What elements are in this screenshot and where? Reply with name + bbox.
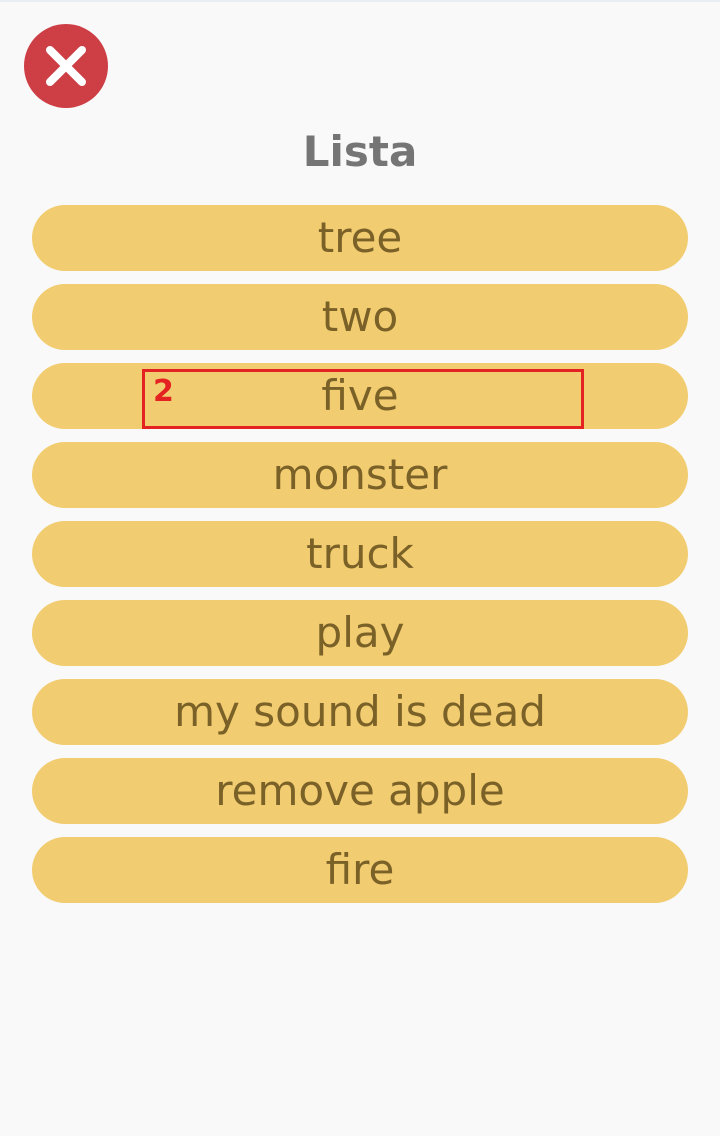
list-item-two[interactable]: two — [32, 284, 688, 350]
list-item-remove-apple[interactable]: remove apple — [32, 758, 688, 824]
list-item-truck[interactable]: truck — [32, 521, 688, 587]
list-item-five[interactable]: five — [32, 363, 688, 429]
list-item-label: tree — [317, 213, 403, 262]
page-title: Lista — [302, 127, 418, 176]
list-item-my-sound-is-dead[interactable]: my sound is dead — [32, 679, 688, 745]
list-item-tree[interactable]: tree — [32, 205, 688, 271]
list-item-play[interactable]: play — [32, 600, 688, 666]
list-item-label: play — [315, 608, 405, 657]
top-divider — [0, 0, 720, 2]
list-item-label: remove apple — [215, 766, 505, 815]
list-item-label: five — [321, 371, 399, 420]
list-item-label: my sound is dead — [174, 687, 546, 736]
list-item-label: two — [321, 292, 399, 341]
list-item-label: monster — [272, 450, 448, 499]
list-item-label: truck — [306, 529, 414, 578]
word-list: tree two five monster truck play my soun… — [32, 205, 688, 916]
list-item-monster[interactable]: monster — [32, 442, 688, 508]
close-icon — [44, 44, 88, 88]
list-item-fire[interactable]: fire — [32, 837, 688, 903]
close-button[interactable] — [24, 24, 108, 108]
list-item-label: fire — [325, 845, 395, 894]
